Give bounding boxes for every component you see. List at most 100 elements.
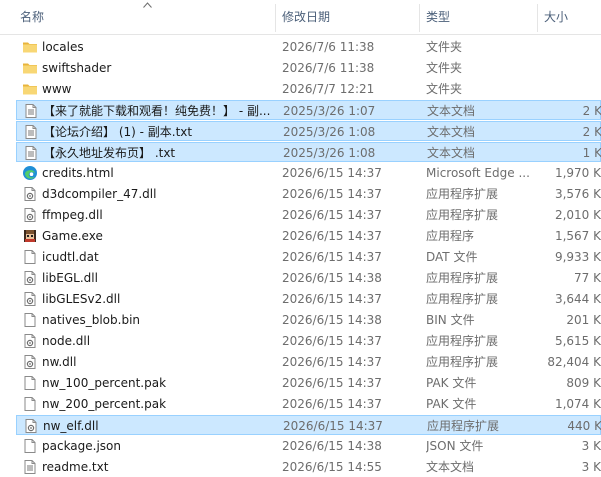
file-row[interactable]: 【永久地址发布页】 .txt 2025/3/26 1:08 文本文档 1 K [16,142,601,162]
file-size: 3,576 K [554,187,601,201]
file-date-modified: 2026/7/7 12:21 [282,82,375,96]
file-type: 应用程序扩展 [426,292,499,306]
dll-file-icon [22,333,38,349]
file-name: ffmpeg.dll [42,208,103,222]
file-name: icudtl.dat [42,250,99,264]
file-size: 1,074 K [554,397,601,411]
file-size: 2,010 K [554,208,601,222]
text-file-icon [23,103,39,119]
file-row[interactable]: nw_elf.dll 2026/6/15 14:37 应用程序扩展 440 K [16,415,601,435]
dll-file-icon [22,186,38,202]
file-size: 3 K [581,460,601,474]
file-type: 应用程序扩展 [426,355,499,369]
file-row[interactable]: nw.dll 2026/6/15 14:37 应用程序扩展 82,404 K [16,352,601,372]
column-header-type[interactable]: 类型 [420,0,536,34]
file-name: 【论坛介绍】 (1) - 副本.txt [43,125,193,139]
file-size: 1,970 K [554,166,601,180]
file-date-modified: 2026/6/15 14:55 [282,460,382,474]
file-name: 【永久地址发布页】 .txt [43,146,176,160]
file-row[interactable]: www 2026/7/7 12:21 文件夹 [16,79,601,99]
file-name: libEGL.dll [42,271,98,285]
file-row[interactable]: node.dll 2026/6/15 14:37 应用程序扩展 5,615 K [16,331,601,351]
file-row[interactable]: ffmpeg.dll 2026/6/15 14:37 应用程序扩展 2,010 K [16,205,601,225]
file-date-modified: 2026/6/15 14:37 [282,187,382,201]
file-name: package.json [42,439,122,453]
file-type: 文本文档 [427,146,476,160]
file-row[interactable]: Game.exe 2026/6/15 14:37 应用程序 1,567 K [16,226,601,246]
file-type: PAK 文件 [426,376,477,390]
folder-icon [22,81,38,97]
file-name: nw_elf.dll [43,419,99,433]
file-row[interactable]: locales 2026/7/6 11:38 文件夹 [16,37,601,57]
file-type: 应用程序扩展 [427,419,500,433]
blank-file-icon [22,375,38,391]
file-date-modified: 2026/6/15 14:37 [282,250,382,264]
file-row[interactable]: swiftshader 2026/7/6 11:38 文件夹 [16,58,601,78]
edge-icon [22,165,38,181]
dll-file-icon [23,418,39,434]
file-date-modified: 2026/6/15 14:37 [282,208,382,222]
file-type: 应用程序扩展 [426,187,499,201]
file-size: 1,567 K [554,229,601,243]
file-date-modified: 2026/6/15 14:38 [282,439,382,453]
file-type: DAT 文件 [426,250,478,264]
file-row[interactable]: credits.html 2026/6/15 14:37 Microsoft Edg… [16,163,601,183]
file-name: d3dcompiler_47.dll [42,187,157,201]
file-date-modified: 2025/3/26 1:08 [283,146,376,160]
file-size: 3 K [581,439,601,453]
file-row[interactable]: libEGL.dll 2026/6/15 14:38 应用程序扩展 77 K [16,268,601,288]
file-row[interactable]: 【来了就能下载和观看！纯免费！】 - 副... 2025/3/26 1:07 文本文… [16,100,601,120]
dll-file-icon [22,291,38,307]
file-name: credits.html [42,166,114,180]
file-row[interactable]: readme.txt 2026/6/15 14:55 文本文档 3 K [16,457,601,477]
column-header-date[interactable]: 修改日期 [276,0,418,34]
file-type: 文本文档 [427,104,476,118]
file-row[interactable]: icudtl.dat 2026/6/15 14:37 DAT 文件 9,933 K [16,247,601,267]
file-date-modified: 2026/6/15 14:37 [282,292,382,306]
file-type: JSON 文件 [426,439,484,453]
file-size: 82,404 K [547,355,601,369]
blank-file-icon [22,396,38,412]
blank-file-icon [22,438,38,454]
file-name: locales [42,40,84,54]
file-size: 5,615 K [554,334,601,348]
file-row[interactable]: package.json 2026/6/15 14:38 JSON 文件 3 K [16,436,601,456]
game-exe-icon [22,228,38,244]
column-header: 名称 修改日期 类型 大小 [0,0,601,35]
file-type: 文件夹 [426,61,463,75]
file-name: 【来了就能下载和观看！纯免费！】 - 副... [43,104,271,118]
file-date-modified: 2025/3/26 1:07 [283,104,376,118]
file-type: Microsoft Edge ... [426,166,530,180]
file-row[interactable]: d3dcompiler_47.dll 2026/6/15 14:37 应用程序扩展 3… [16,184,601,204]
file-name: Game.exe [42,229,103,243]
file-date-modified: 2026/6/15 14:38 [282,271,382,285]
file-date-modified: 2026/6/15 14:37 [282,376,382,390]
file-size: 1 K [582,146,601,160]
file-row[interactable]: nw_200_percent.pak 2026/6/15 14:37 PAK 文件 1… [16,394,601,414]
file-date-modified: 2026/6/15 14:37 [282,397,382,411]
file-size: 809 K [566,376,601,390]
file-size [544,37,601,57]
dll-file-icon [22,207,38,223]
file-type: 文件夹 [426,40,463,54]
file-date-modified: 2026/6/15 14:37 [283,419,383,433]
file-size: 201 K [566,313,601,327]
file-name: nw.dll [42,355,77,369]
column-header-size[interactable]: 大小 [538,0,601,34]
blank-file-icon [22,249,38,265]
file-row[interactable]: libGLESv2.dll 2026/6/15 14:37 应用程序扩展 3,644 … [16,289,601,309]
file-size: 9,933 K [554,250,601,264]
file-type: 应用程序扩展 [426,271,499,285]
file-row[interactable]: natives_blob.bin 2026/6/15 14:38 BIN 文件 201… [16,310,601,330]
file-row[interactable]: nw_100_percent.pak 2026/6/15 14:37 PAK 文件 8… [16,373,601,393]
column-header-name[interactable]: 名称 [14,0,272,34]
file-row[interactable]: 【论坛介绍】 (1) - 副本.txt 2025/3/26 1:08 文本文档 2 K [16,121,601,141]
folder-icon [22,60,38,76]
file-name: natives_blob.bin [42,313,141,327]
file-type: 文本文档 [427,125,476,139]
file-date-modified: 2026/6/15 14:37 [282,355,382,369]
file-size: 440 K [567,419,601,433]
file-type: 应用程序扩展 [426,208,499,222]
dll-file-icon [22,270,38,286]
file-date-modified: 2026/7/6 11:38 [282,61,375,75]
